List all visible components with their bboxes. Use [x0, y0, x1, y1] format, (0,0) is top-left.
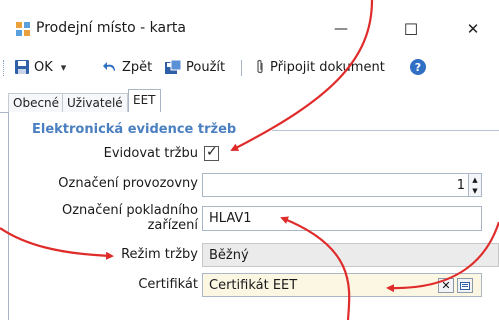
save-icon: [15, 60, 29, 74]
group-divider: [272, 130, 499, 131]
apply-label: Použít: [186, 59, 226, 75]
pokladna-input[interactable]: HLAV1: [202, 206, 482, 231]
toolbar-grip[interactable]: [3, 60, 6, 76]
group-title: Elektronická evidence tržeb: [32, 122, 237, 137]
tab-uzivatele[interactable]: Uživatelé: [62, 93, 128, 112]
back-button[interactable]: Zpět: [102, 59, 152, 75]
toolbar-separator: [241, 60, 242, 76]
provozovna-number-field[interactable]: 1 ▲ ▼: [202, 173, 482, 197]
apply-button[interactable]: Použít: [164, 59, 225, 75]
minimize-icon: —: [334, 21, 348, 37]
apply-icon: [165, 59, 182, 74]
pokladna-label-line1: Označení pokladního: [62, 203, 198, 218]
maximize-icon: ☐: [403, 19, 419, 39]
close-button[interactable]: ✕: [450, 14, 496, 44]
clear-icon: ✕: [441, 279, 451, 292]
rezim-trzby-value: Běžný: [209, 247, 249, 263]
browse-icon: [460, 281, 470, 290]
paperclip-icon: [257, 59, 263, 74]
chevron-down-icon[interactable]: ▾: [61, 61, 67, 74]
tab-obecne[interactable]: Obecné: [8, 93, 65, 112]
certifikat-label: Certifikát: [138, 277, 198, 292]
checkmark-icon: ✓: [206, 144, 218, 160]
help-button[interactable]: ?: [410, 59, 426, 75]
rezim-trzby-select[interactable]: Běžný: [202, 243, 499, 267]
browse-certificate-button[interactable]: [457, 278, 473, 293]
help-icon: ?: [410, 59, 426, 75]
title-bar: Prodejní místo - karta — ☐ ✕: [0, 0, 499, 50]
ok-button[interactable]: OK ▾: [14, 59, 66, 75]
window-title: Prodejní místo - karta: [36, 20, 186, 36]
undo-icon: [103, 62, 115, 71]
pokladna-value: HLAV1: [209, 211, 252, 226]
back-label: Zpět: [122, 59, 153, 75]
evidovat-trzbu-label: Evidovat tržbu: [103, 146, 198, 161]
clear-certificate-button[interactable]: ✕: [438, 278, 454, 293]
certifikat-value: Certifikát EET: [209, 277, 298, 293]
toolbar: OK ▾ Zpět Použít Připojit dokument ?: [0, 51, 499, 85]
minimize-button[interactable]: —: [318, 14, 364, 44]
attach-document-label: Připojit dokument: [270, 59, 385, 75]
pokladna-label: Označení pokladního zařízení: [62, 203, 198, 233]
spin-up-icon[interactable]: ▲: [469, 174, 481, 185]
evidovat-trzbu-checkbox[interactable]: ✓: [204, 144, 219, 161]
spin-down-icon[interactable]: ▼: [469, 185, 481, 196]
ok-label: OK: [34, 59, 53, 75]
close-icon: ✕: [466, 20, 480, 38]
maximize-button[interactable]: ☐: [388, 14, 434, 44]
attach-document-button[interactable]: Připojit dokument: [254, 59, 385, 75]
pokladna-label-line2: zařízení: [147, 218, 198, 233]
app-icon: [16, 22, 30, 36]
provozovna-value: 1: [456, 177, 465, 193]
tab-eet[interactable]: EET: [128, 89, 161, 113]
provozovna-spinner[interactable]: ▲ ▼: [468, 174, 481, 196]
tab-strip: Obecné Uživatelé EET: [0, 86, 499, 113]
rezim-trzby-label: Režim tržby: [121, 247, 198, 262]
provozovna-label: Označení provozovny: [58, 176, 198, 191]
